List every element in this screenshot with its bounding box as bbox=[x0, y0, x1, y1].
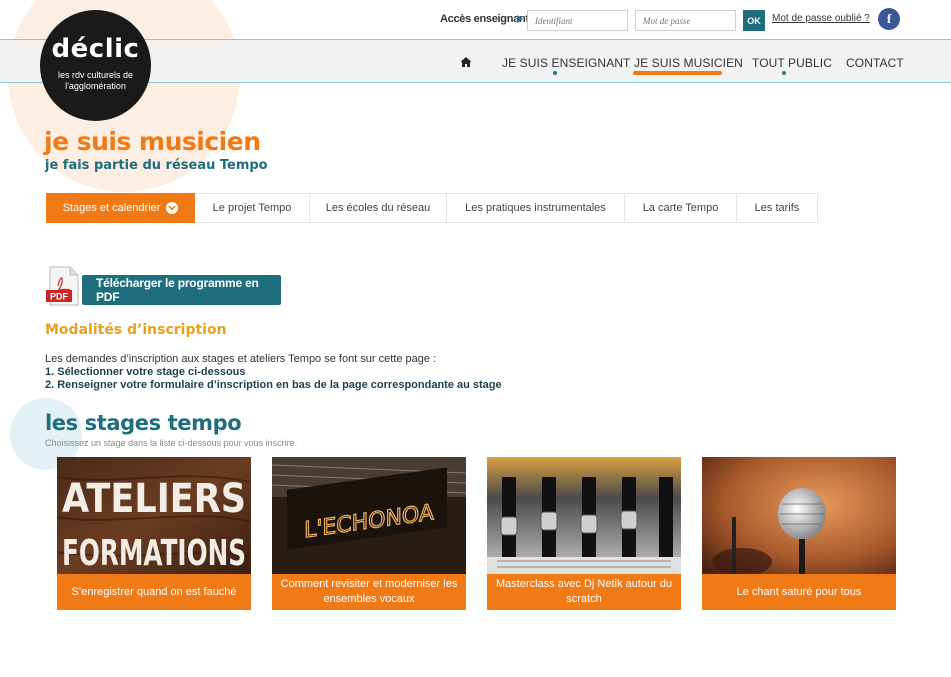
stage-card-caption: S’enregistrer quand on est fauché bbox=[57, 574, 251, 610]
stage-card-image: ATELIERS FORMATIONS bbox=[57, 457, 251, 574]
nav-active-indicator bbox=[633, 71, 722, 75]
nav-dot-indicator bbox=[782, 71, 786, 75]
download-pdf-label: Télécharger le programme en PDF bbox=[96, 276, 259, 304]
logo-tagline: les rdv culturels de l'agglomération bbox=[40, 70, 151, 92]
stage-card[interactable]: ATELIERS FORMATIONS S’enregistrer quand … bbox=[57, 457, 251, 610]
login-ok-button[interactable]: OK bbox=[743, 10, 765, 31]
stage-card[interactable]: Le chant saturé pour tous bbox=[702, 457, 896, 610]
site-logo[interactable]: déclic les rdv culturels de l'agglomérat… bbox=[40, 10, 151, 121]
page-title: je suis musicien bbox=[44, 127, 261, 156]
stage-card-caption: Le chant saturé pour tous bbox=[702, 574, 896, 610]
password-input[interactable] bbox=[635, 10, 736, 31]
chevron-down-icon bbox=[166, 202, 179, 214]
tab-ecoles-reseau[interactable]: Les écoles du réseau bbox=[310, 193, 447, 223]
username-input[interactable] bbox=[527, 10, 628, 31]
stage-card-image bbox=[487, 457, 681, 574]
stage-card-image bbox=[702, 457, 896, 574]
stage-card-image: L'ECHONOA bbox=[272, 457, 466, 574]
forgot-password-link[interactable]: Mot de passe oublié ? bbox=[772, 13, 870, 24]
tab-tarifs[interactable]: Les tarifs bbox=[737, 193, 818, 223]
stage-card-caption: Masterclass avec Dj Netik autour du scra… bbox=[487, 574, 681, 610]
tab-label: Les écoles du réseau bbox=[325, 202, 431, 214]
nav-item-musicien[interactable]: JE SUIS MUSICIEN bbox=[634, 56, 743, 70]
card-image-text: ATELIERS bbox=[62, 476, 246, 522]
stage-card[interactable]: L'ECHONOA Comment revisiter et modernise… bbox=[272, 457, 466, 610]
tab-label: Le projet Tempo bbox=[212, 202, 292, 214]
nav-item-contact[interactable]: CONTACT bbox=[846, 56, 904, 70]
tab-carte-tempo[interactable]: La carte Tempo bbox=[625, 193, 737, 223]
nav-dot-indicator bbox=[553, 71, 557, 75]
tab-projet-tempo[interactable]: Le projet Tempo bbox=[195, 193, 310, 223]
logo-tagline-line2: l'agglomération bbox=[65, 81, 126, 91]
pdf-file-icon[interactable]: PDF bbox=[46, 266, 82, 306]
logo-tagline-line1: les rdv culturels de bbox=[57, 70, 134, 80]
section-tabs: Stages et calendrier Le projet Tempo Les… bbox=[46, 193, 818, 223]
nav-item-tout-public[interactable]: TOUT PUBLIC bbox=[752, 56, 832, 70]
tab-stages-calendrier[interactable]: Stages et calendrier bbox=[46, 193, 195, 223]
tab-label: Stages et calendrier bbox=[62, 202, 161, 214]
nav-item-enseignant[interactable]: JE SUIS ENSEIGNANT bbox=[502, 56, 631, 70]
home-icon[interactable] bbox=[460, 56, 472, 68]
pdf-icon-label: PDF bbox=[50, 292, 69, 302]
card-image-text: FORMATIONS bbox=[62, 533, 246, 574]
registration-title: Modalités d’inscription bbox=[45, 322, 227, 338]
stages-title: les stages tempo bbox=[45, 411, 242, 435]
tab-label: Les tarifs bbox=[754, 202, 800, 214]
facebook-icon[interactable]: f bbox=[878, 8, 900, 30]
page-subtitle: je fais partie du réseau Tempo bbox=[45, 158, 268, 173]
registration-step-2: 2. Renseigner votre formulaire d’inscrip… bbox=[45, 379, 502, 391]
registration-text: Les demandes d’inscription aux stages et… bbox=[45, 353, 502, 392]
tab-label: La carte Tempo bbox=[642, 202, 719, 214]
stage-card[interactable]: Masterclass avec Dj Netik autour du scra… bbox=[487, 457, 681, 610]
stages-subtitle: Choisissez un stage dans la liste ci-des… bbox=[45, 438, 298, 448]
stage-card-caption: Comment revisiter et moderniser les ense… bbox=[272, 574, 466, 610]
logo-wordmark: déclic bbox=[51, 34, 140, 64]
download-pdf-button[interactable]: Télécharger le programme en PDF bbox=[82, 275, 281, 305]
registration-step-1: 1. Sélectionner votre stage ci-dessous bbox=[45, 366, 246, 378]
registration-intro: Les demandes d’inscription aux stages et… bbox=[45, 353, 437, 365]
tab-pratiques-instrumentales[interactable]: Les pratiques instrumentales bbox=[447, 193, 625, 223]
tab-label: Les pratiques instrumentales bbox=[465, 202, 606, 214]
arrow-right-icon bbox=[517, 15, 523, 23]
